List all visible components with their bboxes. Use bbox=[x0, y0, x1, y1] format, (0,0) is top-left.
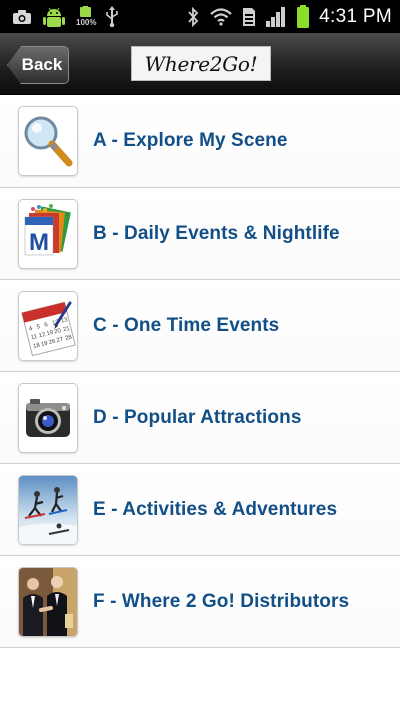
menu-item-distributors[interactable]: F - Where 2 Go! Distributors bbox=[0, 556, 400, 648]
battery-small-icon bbox=[80, 6, 92, 17]
menu-item-daily-events[interactable]: M B - Daily Events & Nightlife bbox=[0, 188, 400, 280]
usb-icon bbox=[105, 5, 119, 28]
skiers-photo-icon bbox=[18, 474, 78, 545]
back-button-label: Back bbox=[21, 55, 63, 74]
menu-item-one-time-events[interactable]: 4561213 1112192021 1819262728 C - One Ti… bbox=[0, 280, 400, 372]
menu-item-label: B - Daily Events & Nightlife bbox=[93, 222, 340, 244]
menu-item-label: D - Popular Attractions bbox=[93, 406, 302, 428]
battery-indicator: 100% bbox=[76, 6, 96, 27]
calendar-pages-icon: M bbox=[18, 198, 78, 269]
status-left: 100% bbox=[12, 5, 119, 29]
menu-item-label: E - Activities & Adventures bbox=[93, 498, 338, 520]
battery-icon bbox=[296, 4, 310, 29]
status-right: 4:31 PM bbox=[186, 4, 392, 29]
menu-list: A - Explore My Scene M B - Daily Events … bbox=[0, 95, 400, 648]
clock-time: 4:31 PM bbox=[319, 5, 392, 27]
magnifier-icon bbox=[18, 106, 78, 176]
bluetooth-icon bbox=[186, 6, 200, 27]
status-bar: 100% 4:31 PM bbox=[0, 0, 400, 33]
camera-icon bbox=[18, 382, 78, 453]
menu-item-activities-adventures[interactable]: E - Activities & Adventures bbox=[0, 464, 400, 556]
menu-item-label: C - One Time Events bbox=[93, 314, 280, 336]
back-button[interactable]: Back bbox=[7, 46, 69, 84]
sim-icon bbox=[242, 7, 256, 27]
battery-left-text: 100% bbox=[76, 18, 97, 27]
svg-text:M: M bbox=[29, 229, 49, 256]
wifi-icon bbox=[209, 7, 233, 26]
signal-icon bbox=[265, 6, 287, 27]
calendar-icon: 4561213 1112192021 1819262728 bbox=[18, 290, 78, 361]
title-bar: Back Where2Go! bbox=[0, 33, 400, 95]
app-logo: Where2Go! bbox=[131, 46, 271, 81]
menu-item-explore-my-scene[interactable]: A - Explore My Scene bbox=[0, 95, 400, 188]
menu-item-label: F - Where 2 Go! Distributors bbox=[93, 590, 350, 612]
handshake-photo-icon bbox=[18, 566, 78, 637]
menu-item-popular-attractions[interactable]: D - Popular Attractions bbox=[0, 372, 400, 464]
app-logo-text: Where2Go! bbox=[144, 51, 258, 76]
menu-item-label: A - Explore My Scene bbox=[93, 130, 288, 151]
android-icon bbox=[41, 5, 67, 29]
camera-icon bbox=[12, 9, 32, 25]
